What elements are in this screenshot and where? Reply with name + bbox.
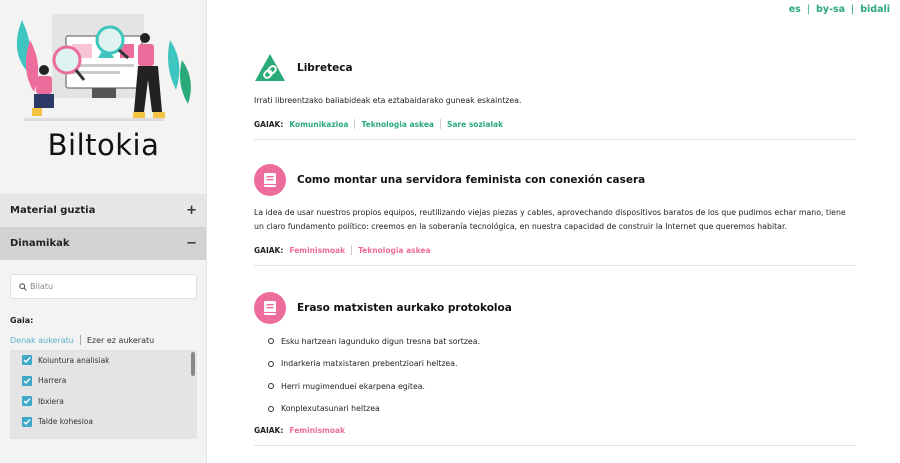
checkbox-checked-icon[interactable]	[22, 396, 32, 407]
tags-label: GAIAK:	[254, 245, 284, 255]
entry-title[interactable]: Eraso matxisten aurkako protokoloa	[297, 302, 512, 314]
checkbox-item[interactable]: Talde kohesioa	[10, 412, 197, 433]
plus-icon: +	[186, 203, 197, 218]
entry-divider	[254, 139, 856, 140]
divider: |	[806, 4, 810, 15]
entry-title[interactable]: Libreteca	[297, 62, 353, 74]
tag-link[interactable]: Teknologia askea	[358, 246, 430, 255]
divider	[439, 119, 441, 129]
checkbox-item[interactable]: Harrera	[10, 371, 197, 392]
link-triangle-icon	[254, 52, 286, 84]
checkbox-label: Harrera	[38, 376, 67, 386]
tags-label: GAIAK:	[254, 426, 284, 435]
topic-checklist: Koiuntura analisiak Harrera Ibxiera Tald…	[10, 350, 197, 439]
tag-link[interactable]: Teknologia askea	[361, 120, 433, 129]
book-icon	[254, 292, 286, 324]
checkbox-label: Talde kohesioa	[38, 417, 93, 427]
search-icon	[19, 282, 27, 291]
accordion-material-guztia[interactable]: Material guztia +	[0, 194, 206, 227]
list-item: Konplexutasunari heltzea	[268, 398, 856, 421]
resource-entry: Como montar una servidora feminista con …	[254, 164, 856, 266]
entry-divider	[254, 265, 856, 266]
checkbox-checked-icon[interactable]	[22, 355, 32, 366]
search-input[interactable]	[30, 282, 190, 291]
list-item: Esku hartzean lagunduko digun tresna bat…	[268, 330, 856, 353]
entry-header: Como montar una servidora feminista con …	[254, 164, 856, 196]
entry-bullets: Esku hartzean lagunduko digun tresna bat…	[254, 330, 856, 420]
list-item: Indarkeria matxistaren prebentzioari hel…	[268, 353, 856, 376]
checkbox-label: Ibxiera	[38, 396, 64, 406]
tags-label: GAIAK:	[254, 119, 284, 129]
entry-tags: GAIAK: Komunikazioa Teknologia askea Sar…	[254, 119, 856, 129]
checkbox-checked-icon[interactable]	[22, 416, 32, 427]
entry-description: Irrati libreentzako baliabideak eta ezta…	[254, 96, 522, 105]
divider: |	[851, 4, 855, 15]
divider	[79, 335, 81, 345]
select-none-link[interactable]: Ezer ez aukeratu	[87, 336, 154, 345]
search-box[interactable]	[10, 274, 197, 299]
divider	[351, 245, 353, 255]
entry-title[interactable]: Como montar una servidora feminista con …	[297, 174, 645, 186]
submit-link[interactable]: bidali	[860, 4, 890, 15]
license-link[interactable]: by-sa	[816, 4, 845, 15]
site-title: Biltokia	[47, 128, 160, 162]
filter-label: Gaia:	[10, 316, 34, 325]
tag-link[interactable]: Feminismoak	[289, 246, 345, 255]
top-links: es | by-sa | bidali	[789, 4, 890, 15]
book-icon	[254, 164, 286, 196]
checkbox-checked-icon[interactable]	[22, 375, 32, 386]
sidebar: Biltokia Material guztia + Dinamikak − G…	[0, 0, 207, 463]
minus-icon: −	[186, 236, 197, 251]
entry-header: Eraso matxisten aurkako protokoloa	[254, 292, 856, 324]
select-all-link[interactable]: Denak aukeratu	[10, 336, 74, 345]
resource-entry: Libreteca Irrati libreentzako baliabidea…	[254, 52, 856, 140]
entry-tags: GAIAK: Feminismoak Teknologia askea	[254, 245, 856, 255]
resource-entry: Eraso matxisten aurkako protokoloa Esku …	[254, 292, 856, 446]
checkbox-item[interactable]: Koiuntura analisiak	[10, 350, 197, 371]
language-link[interactable]: es	[789, 4, 801, 15]
entry-header: Libreteca	[254, 52, 856, 84]
list-item: Herri mugimenduei ekarpena egitea.	[268, 375, 856, 398]
checkbox-item[interactable]: Ibxiera	[10, 391, 197, 412]
entry-tags: GAIAK: Feminismoak	[254, 426, 856, 435]
accordion-label: Dinamikak	[10, 238, 70, 249]
divider	[354, 119, 356, 129]
scrollbar-thumb[interactable]	[191, 352, 195, 376]
tag-link[interactable]: Feminismoak	[289, 426, 345, 435]
checkbox-label: Koiuntura analisiak	[38, 355, 110, 365]
entry-divider	[254, 445, 856, 446]
entry-description: La idea de usar nuestros propios equipos…	[254, 208, 846, 231]
accordion-label: Material guztia	[10, 205, 96, 216]
accordion-dinamikak[interactable]: Dinamikak −	[0, 227, 206, 260]
hero-illustration	[0, 0, 206, 125]
filter-toggles: Denak aukeratu Ezer ez aukeratu	[10, 335, 154, 345]
tag-link[interactable]: Sare sozialak	[447, 120, 503, 129]
tag-link[interactable]: Komunikazioa	[289, 120, 348, 129]
